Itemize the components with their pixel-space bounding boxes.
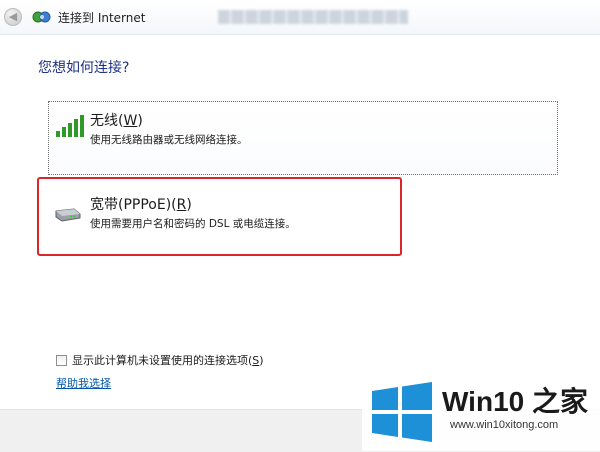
broadband-pppoe-option[interactable]: 宽带(PPPoE)(R) 使用需要用户名和密码的 DSL 或电缆连接。 [37,177,402,256]
wireless-option-description: 使用无线路由器或无线网络连接。 [90,134,248,146]
blurred-breadcrumb [218,10,408,24]
back-button[interactable]: ◀ [4,8,22,26]
broadband-option-description: 使用需要用户名和密码的 DSL 或电缆连接。 [90,218,296,230]
broadband-modem-icon [55,208,81,222]
watermark-url: www.win10xitong.com [450,419,559,431]
wireless-option[interactable]: 无线(W) 使用无线路由器或无线网络连接。 [48,101,558,175]
help-me-choose-link[interactable]: 帮助我选择 [56,375,111,391]
windows-logo-icon [372,382,432,442]
network-connection-icon [32,11,51,23]
broadband-option-title: 宽带(PPPoE)(R) [90,197,192,213]
checkbox-label: 显示此计算机未设置使用的连接选项(S) [72,354,264,367]
wireless-option-title: 无线(W) [90,113,143,129]
show-unconfigured-options-row[interactable]: 显示此计算机未设置使用的连接选项(S) [56,352,264,368]
back-arrow-icon: ◀ [8,10,18,23]
watermark-brand: Win10 之家 [442,386,588,417]
show-unconfigured-checkbox[interactable] [56,354,67,366]
broadband-accel-key: R [176,197,187,213]
title-bar: ◀ 连接到 Internet [0,0,600,35]
wireless-accel-key: W [123,113,138,129]
page-heading: 您想如何连接? [38,60,130,76]
wireless-signal-icon [56,115,84,137]
site-watermark: Win10 之家 www.win10xitong.com [362,375,600,451]
window-title: 连接到 Internet [58,11,146,25]
